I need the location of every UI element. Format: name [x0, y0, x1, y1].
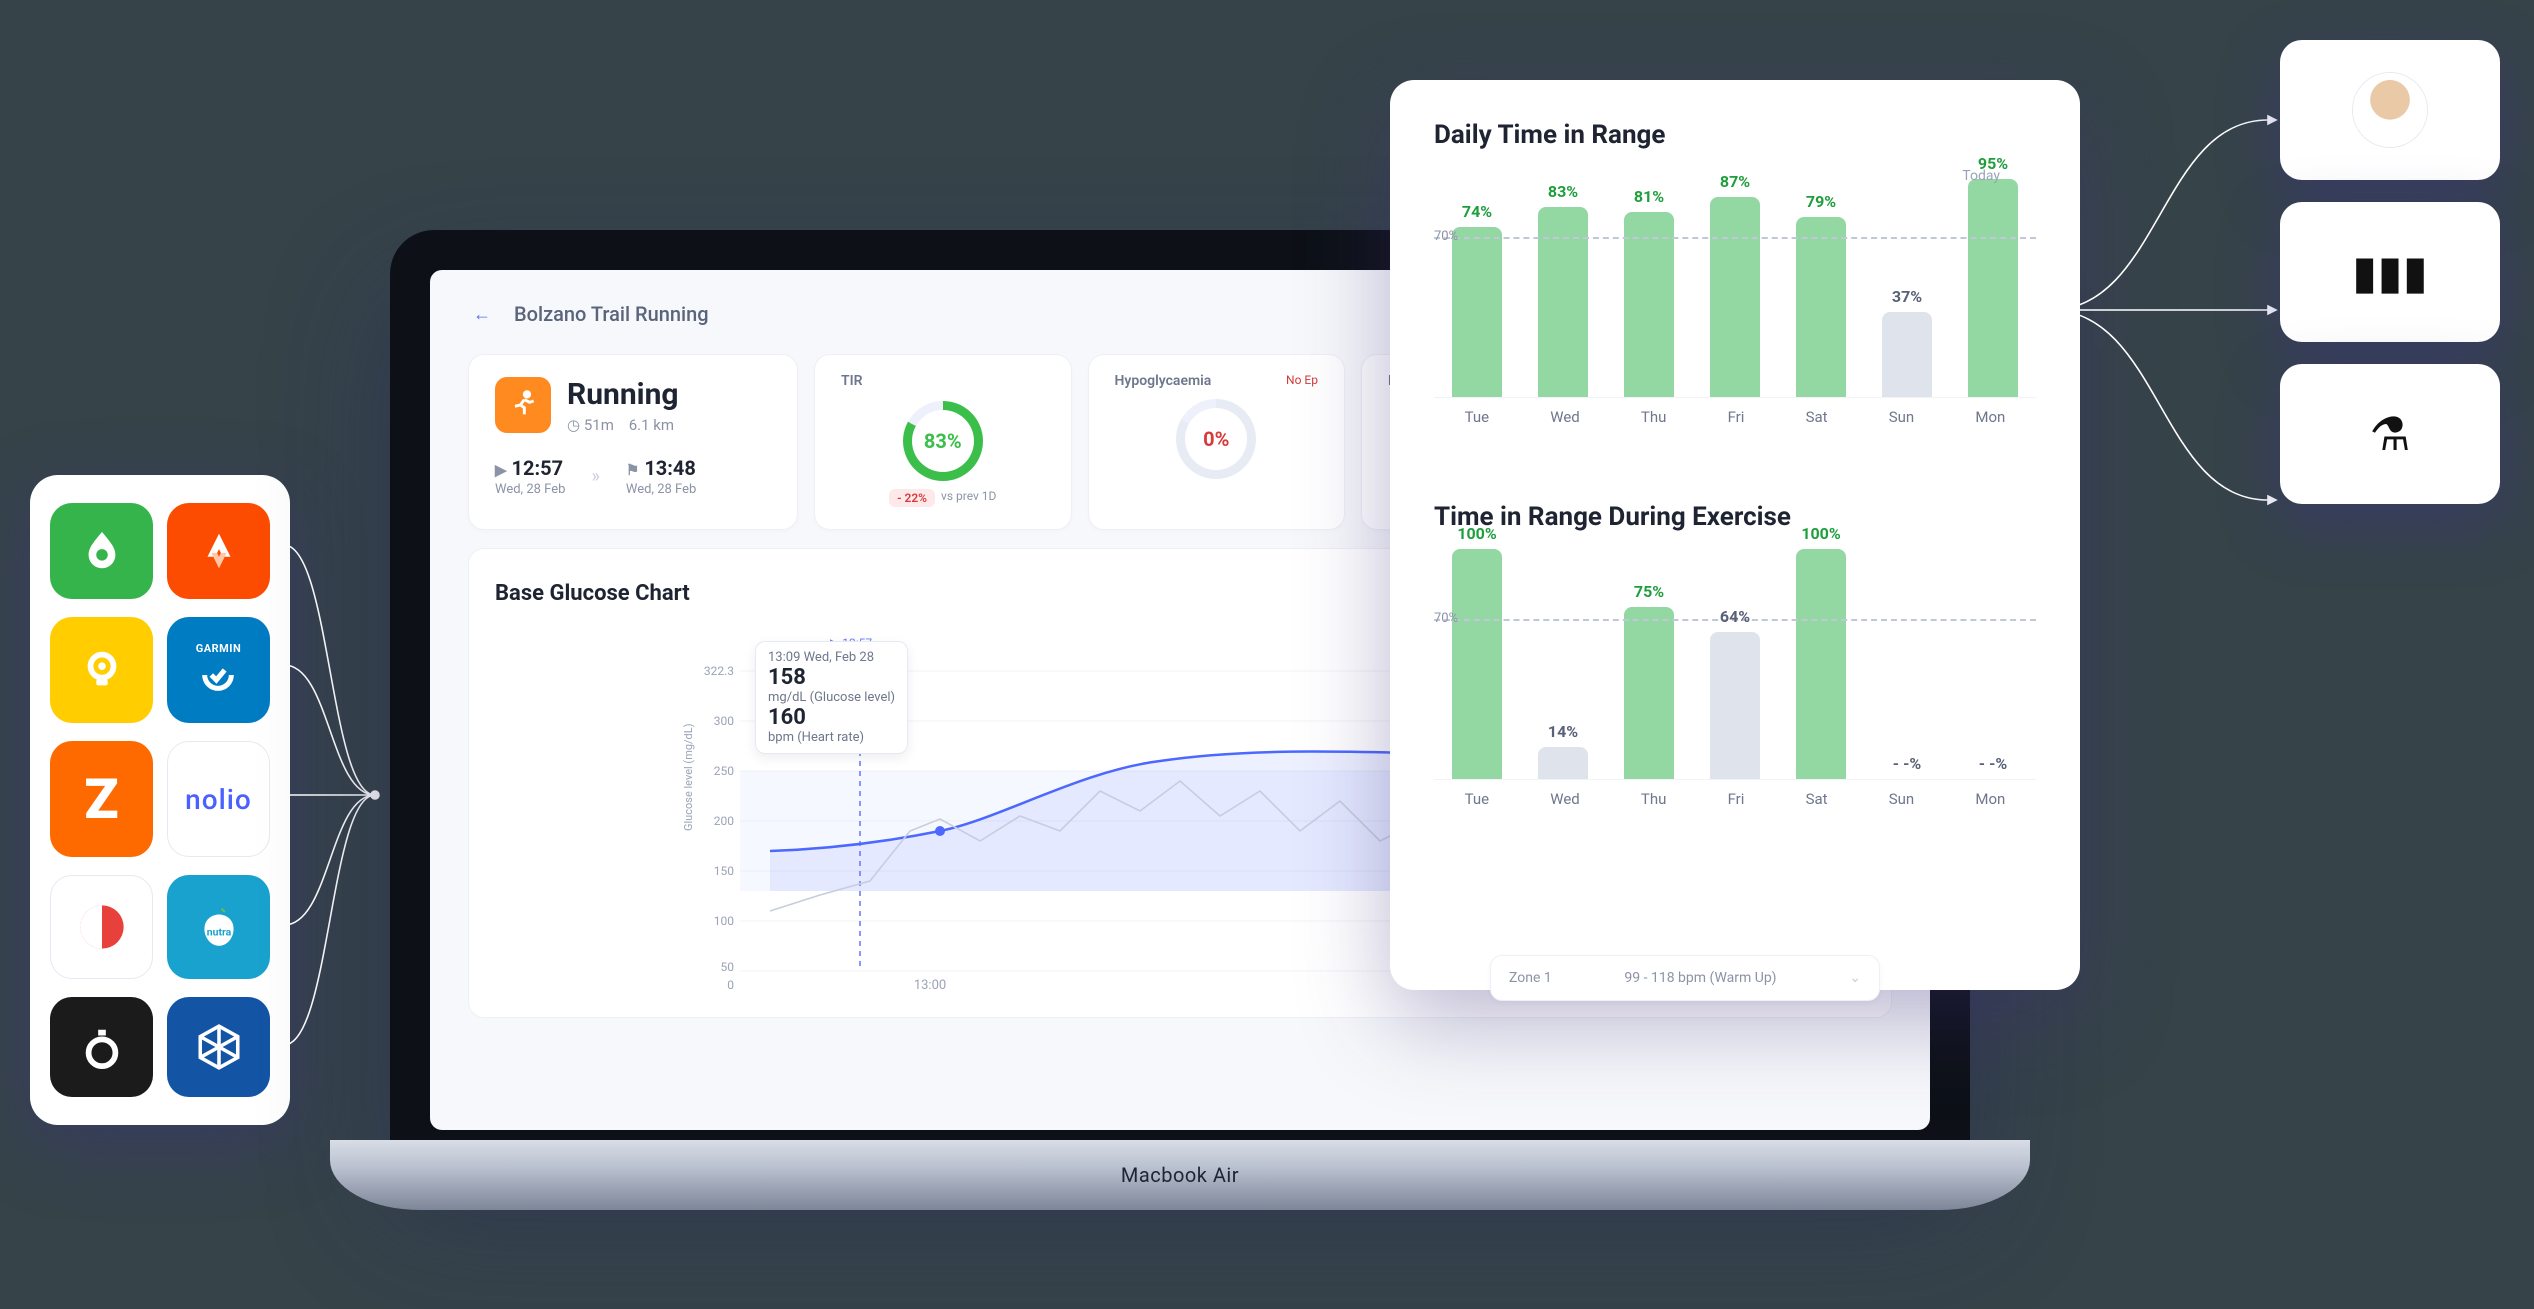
bar-sat: 79% — [1789, 217, 1853, 397]
chevron-down-icon: ⌄ — [1849, 970, 1861, 986]
svg-text:100: 100 — [714, 914, 734, 928]
svg-text:13:00: 13:00 — [914, 978, 946, 991]
app-integrations-panel: GARMINZnolio nutra — [30, 475, 290, 1125]
activity-subline: ◷ 51m 6.1 km — [567, 416, 679, 434]
bar-wed: 83% — [1531, 207, 1595, 397]
flag-icon: ⚑ — [626, 461, 639, 479]
bar-fri: 64% — [1703, 632, 1767, 779]
bar-sun: 37% — [1875, 312, 1939, 397]
metric-tir: TIR83%- 22%vs prev 1D — [814, 354, 1072, 530]
start-time-block: ▶12:57 Wed, 28 Feb — [495, 456, 565, 497]
donut-icon: 0% — [1176, 399, 1256, 479]
svg-text:0: 0 — [727, 978, 734, 991]
play-icon: ▶ — [495, 461, 507, 479]
avatar-icon[interactable] — [2280, 40, 2500, 180]
tir-exercise-title: Time in Range During Exercise — [1434, 502, 2036, 532]
bar-thu: 75% — [1617, 607, 1681, 779]
activity-card: Running ◷ 51m 6.1 km ▶12:57 Wed, 28 Feb — [468, 354, 798, 530]
bar-fri: 87% — [1703, 197, 1767, 397]
avatar-image — [2353, 73, 2427, 147]
glucose-chart-title: Base Glucose Chart — [495, 581, 690, 606]
bar-mon: 95% — [1961, 179, 2025, 397]
myfitnesspal-icon[interactable] — [167, 997, 270, 1097]
end-time-block: ⚑13:48 Wed, 28 Feb — [626, 456, 696, 497]
activity-title: Running — [567, 377, 679, 412]
oura-icon[interactable] — [50, 997, 153, 1097]
running-icon — [495, 377, 551, 433]
breadcrumb-title: Bolzano Trail Running — [514, 302, 709, 326]
bar-wed: 14% — [1531, 747, 1595, 779]
libre-icon[interactable] — [50, 617, 153, 723]
clock-icon: ◷ — [567, 416, 580, 434]
zwift-icon[interactable]: Z — [50, 741, 153, 857]
nolio-icon[interactable]: nolio — [167, 741, 270, 857]
tir-daily-title: Daily Time in Range — [1434, 120, 2036, 150]
right-destinations: ▮▮▮ ⚗ — [2280, 40, 2500, 504]
metric-hypo: HypoglycaemiaNo Ep0% — [1088, 354, 1346, 530]
glucose-tooltip: 13:09 Wed, Feb 28 158 mg/dL (Glucose lev… — [755, 641, 908, 754]
nutracheck-icon[interactable]: nutra — [167, 875, 270, 979]
redcircle-icon[interactable] — [50, 875, 153, 979]
tir-daily-chart: Today70%74%83%81%87%79%37%95%TueWedThuFr… — [1434, 168, 2036, 468]
bar-thu: 81% — [1617, 212, 1681, 397]
donut-icon: 83% — [903, 401, 983, 481]
lab-icon[interactable]: ⚗ — [2280, 364, 2500, 504]
tir-overlay-panel: Daily Time in Range Today70%74%83%81%87%… — [1390, 80, 2080, 990]
zone-label: Zone 1 — [1509, 970, 1552, 986]
tir-exercise-chart: 70%100%14%75%64%100%- -%- -%TueWedThuFri… — [1434, 550, 2036, 850]
dexcom-icon[interactable] — [50, 503, 153, 599]
back-arrow-icon[interactable]: ← — [468, 300, 496, 328]
bar-sat: 100% — [1789, 549, 1853, 779]
svg-text:300: 300 — [714, 714, 734, 728]
svg-text:200: 200 — [714, 814, 734, 828]
bar-tue: 100% — [1445, 549, 1509, 779]
barcode-icon[interactable]: ▮▮▮ — [2280, 202, 2500, 342]
zone-row[interactable]: Zone 1 99 - 118 bpm (Warm Up) ⌄ — [1490, 955, 1880, 1001]
laptop-label: Macbook Air — [330, 1140, 2030, 1210]
zone-range: 99 - 118 bpm (Warm Up) — [1624, 970, 1776, 986]
svg-text:Glucose level (mg/dL): Glucose level (mg/dL) — [682, 723, 695, 831]
chevron-right-icon: » — [591, 466, 599, 487]
svg-text:50: 50 — [721, 960, 735, 974]
garmin-icon[interactable]: GARMIN — [167, 617, 270, 723]
svg-text:nutra: nutra — [206, 925, 231, 938]
bar-tue: 74% — [1445, 227, 1509, 397]
strava-icon[interactable] — [167, 503, 270, 599]
svg-text:250: 250 — [714, 764, 734, 778]
svg-text:322.3: 322.3 — [704, 664, 734, 678]
svg-text:150: 150 — [714, 864, 734, 878]
